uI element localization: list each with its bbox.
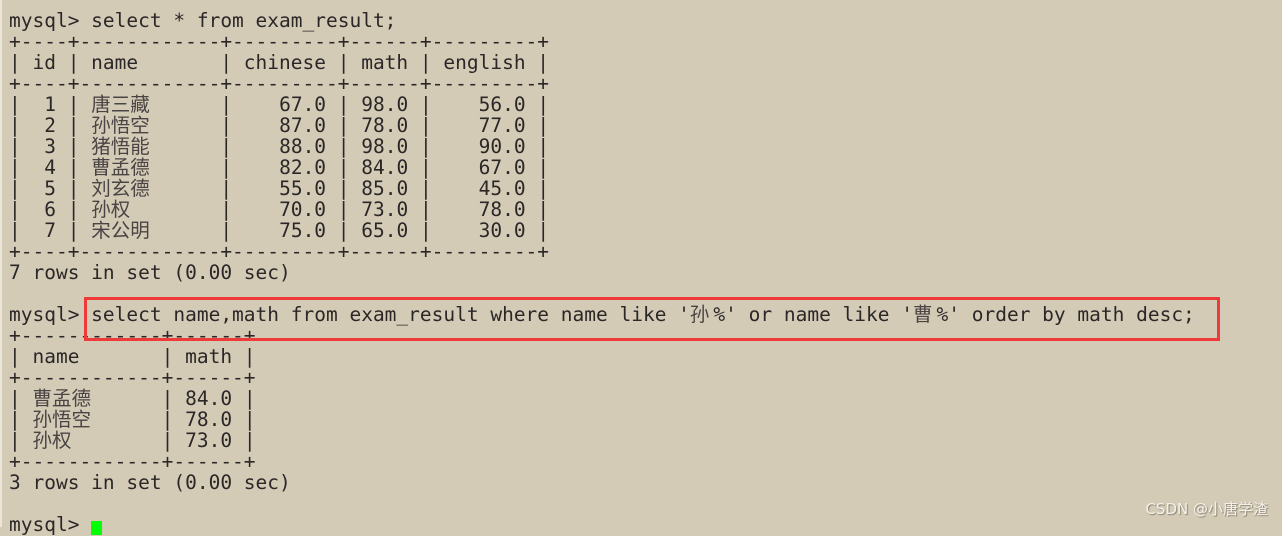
table-row: | 曹孟德 | 84.0 | [9, 387, 256, 410]
window-left-edge [0, 0, 2, 527]
table-row: | 1 | 唐三藏 | 67.0 | 98.0 | 56.0 | [9, 93, 550, 116]
highlight-box [84, 297, 1220, 341]
table1-border: +----+------------+---------+------+----… [9, 30, 550, 53]
table-row: | 3 | 猪悟能 | 88.0 | 98.0 | 90.0 | [9, 135, 550, 158]
table-row: | 孙权 | 73.0 | [9, 429, 256, 452]
table-row: | 孙悟空 | 78.0 | [9, 408, 256, 431]
table1-header: | id | name | chinese | math | english | [9, 51, 550, 74]
result-summary: 7 rows in set (0.00 sec) [9, 261, 291, 284]
table-row: | 6 | 孙权 | 70.0 | 73.0 | 78.0 | [9, 198, 550, 221]
result-summary: 3 rows in set (0.00 sec) [9, 471, 291, 494]
table1-border: +----+------------+---------+------+----… [9, 72, 550, 95]
table2-border: +------------+------+ [9, 450, 256, 473]
table1-border: +----+------------+---------+------+----… [9, 240, 550, 263]
prompt-line: mysql> [9, 514, 1195, 535]
table-row: | 7 | 宋公明 | 75.0 | 65.0 | 30.0 | [9, 219, 550, 242]
command-line: mysql> select * from exam_result; [9, 9, 397, 32]
table-row: | 4 | 曹孟德 | 82.0 | 84.0 | 67.0 | [9, 156, 550, 179]
table-row: | 2 | 孙悟空 | 87.0 | 78.0 | 77.0 | [9, 114, 550, 137]
terminal-output[interactable]: mysql> select * from exam_result; +----+-… [9, 10, 1195, 535]
table2-border: +------------+------+ [9, 366, 256, 389]
table2-header: | name | math | [9, 345, 256, 368]
table-row: | 5 | 刘玄德 | 55.0 | 85.0 | 45.0 | [9, 177, 550, 200]
terminal-cursor [91, 521, 103, 535]
watermark: CSDN @小唐学渣 [1145, 500, 1268, 518]
